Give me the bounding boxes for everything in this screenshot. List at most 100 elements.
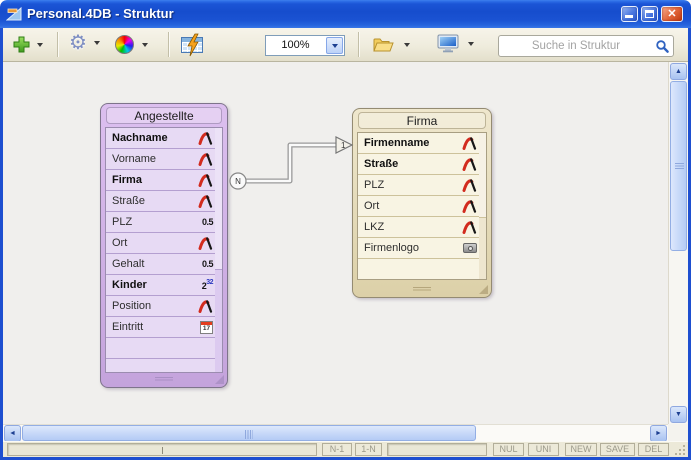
vertical-scrollbar[interactable]: ▲ ▼ <box>668 62 688 424</box>
real-type-icon: 0.5 <box>202 259 213 269</box>
green-plus-icon <box>12 35 31 54</box>
field-row-kinder[interactable]: Kinder232 <box>106 275 216 296</box>
new-button[interactable]: NEW <box>565 443 597 456</box>
scroll-down-button[interactable]: ▼ <box>670 406 687 423</box>
field-type-icon-cell <box>193 194 213 208</box>
alpha-type-icon <box>462 220 477 234</box>
settings-button[interactable]: ⚙ <box>69 33 100 53</box>
field-row-firmenname[interactable]: Firmenname <box>358 133 480 154</box>
vertical-scroll-thumb[interactable] <box>670 81 687 251</box>
close-button[interactable]: ✕ <box>661 6 683 22</box>
zoom-select[interactable]: 100% <box>265 35 345 56</box>
chevron-down-icon[interactable] <box>404 43 410 47</box>
field-label: PLZ <box>112 216 193 228</box>
field-row-straße[interactable]: Straße <box>106 191 216 212</box>
field-row-position[interactable]: Position <box>106 296 216 317</box>
structure-canvas[interactable]: Angestellte NachnameVornameFirmaStraßePL… <box>3 62 668 424</box>
table-grip-handle[interactable] <box>155 377 173 382</box>
scrollbar-corner <box>668 424 688 441</box>
status-field-divider <box>162 447 163 454</box>
table-scrollbar[interactable] <box>479 132 487 280</box>
colors-button[interactable] <box>115 35 148 54</box>
field-row-nachname[interactable]: Nachname <box>106 128 216 149</box>
chevron-down-icon <box>332 44 338 48</box>
chevron-down-icon[interactable] <box>468 42 474 46</box>
real-type-icon: 0.5 <box>202 217 213 227</box>
nul-button[interactable]: NUL <box>493 443 524 456</box>
display-button[interactable] <box>437 34 474 54</box>
field-row-ort[interactable]: Ort <box>358 196 480 217</box>
chevron-down-icon[interactable] <box>37 43 43 47</box>
field-label: Gehalt <box>112 258 193 270</box>
thumb-grip <box>245 430 253 439</box>
field-row-vorname[interactable]: Vorname <box>106 149 216 170</box>
scroll-right-button[interactable]: ► <box>650 425 667 442</box>
open-button[interactable] <box>371 35 410 54</box>
horizontal-scroll-thumb[interactable] <box>22 425 476 441</box>
maximize-icon <box>645 10 654 18</box>
alpha-type-icon <box>198 299 213 313</box>
field-label: Straße <box>112 195 193 207</box>
table-angestellte[interactable]: Angestellte Nachname VornameFirma Straße PL… <box>100 103 228 388</box>
field-row-lkz[interactable]: LKZ <box>358 217 480 238</box>
alpha-type-icon <box>462 157 477 171</box>
uni-button[interactable]: UNI <box>528 443 559 456</box>
relation-circle-n[interactable] <box>230 173 246 189</box>
search-input[interactable] <box>503 37 649 55</box>
field-label: Ort <box>364 200 457 212</box>
save-button[interactable]: SAVE <box>600 443 635 456</box>
table-firma[interactable]: Firma FirmennameStraßePLZ Ort LKZFirmenlog… <box>352 108 492 298</box>
field-row-plz[interactable]: PLZ 0.5 <box>106 212 216 233</box>
window-resize-grip[interactable] <box>675 445 677 447</box>
scroll-left-button[interactable]: ◄ <box>4 425 21 442</box>
picture-type-icon <box>463 243 477 253</box>
close-icon: ✕ <box>667 8 676 20</box>
table-title[interactable]: Angestellte <box>106 107 222 124</box>
field-row-firmenlogo[interactable]: Firmenlogo <box>358 238 480 259</box>
arrow-left-icon: ◄ <box>9 430 16 437</box>
field-row-firma[interactable]: Firma <box>106 170 216 191</box>
relation-1n-button[interactable]: 1-N <box>355 443 382 456</box>
table-resize-handle[interactable] <box>215 375 224 384</box>
field-label: Ort <box>112 237 193 249</box>
scroll-up-button[interactable]: ▲ <box>670 63 687 80</box>
title-bar[interactable]: Personal.4DB - Struktur ✕ <box>0 0 691 28</box>
del-button[interactable]: DEL <box>638 443 669 456</box>
add-table-button[interactable] <box>12 35 43 54</box>
chevron-down-icon[interactable] <box>94 41 100 45</box>
field-row-eintritt[interactable]: Eintritt17 <box>106 317 216 338</box>
field-row-plz[interactable]: PLZ <box>358 175 480 196</box>
status-bar: N-1 1-N NUL UNI NEW SAVE DEL <box>3 441 688 457</box>
field-row-straße[interactable]: Straße <box>358 154 480 175</box>
chevron-down-icon[interactable] <box>142 43 148 47</box>
color-wheel-icon <box>115 35 134 54</box>
maximize-button[interactable] <box>641 6 658 22</box>
field-row-ort[interactable]: Ort <box>106 233 216 254</box>
table-scrollbar[interactable] <box>215 127 223 373</box>
minimize-button[interactable] <box>621 6 638 22</box>
field-type-icon-cell <box>193 236 213 250</box>
field-type-icon-cell <box>193 131 213 145</box>
horizontal-scrollbar[interactable]: ◄ ► <box>3 424 668 441</box>
field-label: Nachname <box>112 132 193 144</box>
app-icon <box>6 6 23 27</box>
toolbar: ⚙ 100% <box>3 28 688 62</box>
relation-line[interactable] <box>246 145 337 181</box>
lightning-table-icon <box>181 36 205 54</box>
trigger-table-button[interactable] <box>181 36 205 54</box>
relation-arrow-1[interactable] <box>336 137 352 153</box>
alpha-type-icon <box>462 199 477 213</box>
alpha-type-icon <box>198 131 213 145</box>
field-row-gehalt[interactable]: Gehalt 0.5 <box>106 254 216 275</box>
toolbar-separator <box>168 32 169 57</box>
arrow-right-icon: ► <box>655 430 662 437</box>
empty-field-row[interactable] <box>106 338 216 359</box>
zoom-dropdown-button[interactable] <box>326 37 343 54</box>
monitor-icon <box>437 34 460 54</box>
table-resize-handle[interactable] <box>479 285 488 294</box>
table-title[interactable]: Firma <box>358 112 486 129</box>
table-grip-handle[interactable] <box>413 287 431 292</box>
relation-n1-button[interactable]: N-1 <box>322 443 352 456</box>
field-type-icon-cell <box>193 173 213 187</box>
search-icon[interactable] <box>655 39 670 59</box>
